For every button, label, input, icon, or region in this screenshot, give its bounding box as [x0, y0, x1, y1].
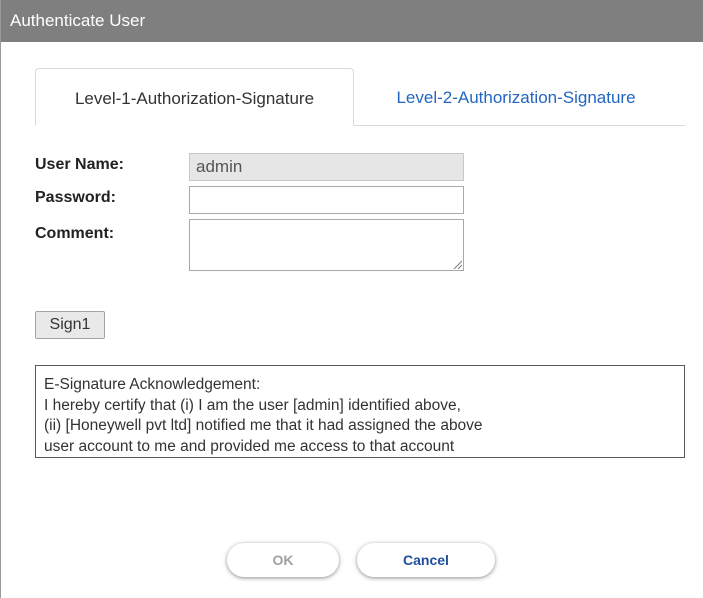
authenticate-user-dialog: Authenticate User Level-1-Authorization-… — [0, 0, 703, 598]
tab-level-1-authorization-signature[interactable]: Level-1-Authorization-Signature — [35, 68, 354, 126]
ack-line: E-Signature Acknowledgement: — [44, 376, 261, 393]
comment-label: Comment: — [35, 225, 115, 242]
dialog-title: Authenticate User — [1, 0, 703, 42]
username-field[interactable] — [189, 153, 464, 181]
tab-level-2-authorization-signature[interactable]: Level-2-Authorization-Signature — [361, 68, 671, 126]
password-field[interactable] — [189, 186, 464, 214]
ack-line: (ii) [Honeywell pvt ltd] notified me tha… — [44, 417, 483, 434]
ok-button[interactable]: OK — [227, 543, 339, 577]
username-label: User Name: — [35, 156, 124, 173]
ack-line: I hereby certify that (i) I am the user … — [44, 396, 461, 414]
sign1-button[interactable]: Sign1 — [35, 311, 105, 339]
e-signature-acknowledgement: E-Signature Acknowledgement: I hereby ce… — [35, 365, 685, 458]
resize-grip-icon[interactable] — [452, 259, 462, 269]
cancel-button[interactable]: Cancel — [357, 543, 495, 577]
ack-line: user account to me and provided me acces… — [44, 437, 455, 455]
password-label: Password: — [35, 189, 116, 206]
comment-field[interactable] — [189, 219, 464, 271]
